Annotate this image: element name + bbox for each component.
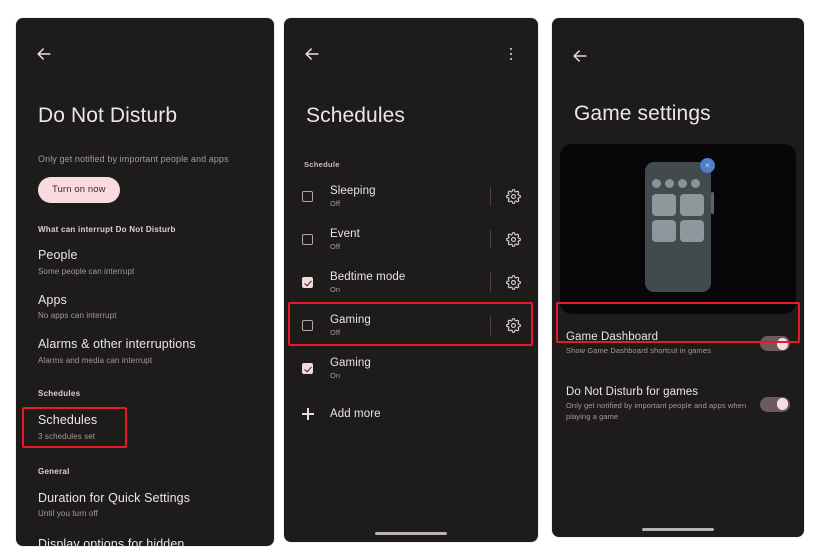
more-vertical-icon[interactable]: [502, 45, 520, 63]
schedule-row-bedtime-mode-title: Bedtime mode: [330, 271, 406, 283]
page-title: Game settings: [574, 102, 711, 125]
game-dashboard-title: Game Dashboard: [566, 331, 659, 343]
game-dashboard-toggle[interactable]: [760, 336, 790, 352]
dnd-item-alarms-sub: Alarms and media can interrupt: [38, 355, 153, 365]
dnd-subtitle: Only get notified by important people an…: [38, 154, 229, 164]
toggle-knob: [776, 338, 789, 350]
dnd-for-games-sub: Only get notified by important people an…: [566, 400, 747, 421]
schedule-row-gaming-on-state: On: [330, 371, 341, 380]
section-label-interrupt: What can interrupt Do Not Disturb: [38, 225, 176, 234]
game-top-bar: [552, 18, 804, 64]
dnd-item-apps[interactable]: Apps No apps can interrupt: [16, 293, 274, 321]
dnd-item-alarms[interactable]: Alarms & other interruptions Alarms and …: [16, 337, 274, 365]
checkbox-bedtime-mode[interactable]: [302, 277, 313, 288]
checkbox-gaming-on[interactable]: [302, 363, 313, 374]
dnd-item-schedules-sub: 3 schedules set: [38, 431, 96, 441]
dnd-item-apps-title: Apps: [38, 292, 67, 307]
screenshot-stage: Do Not Disturb Only get notified by impo…: [0, 0, 820, 560]
dnd-for-games-toggle[interactable]: [760, 396, 790, 412]
dnd-item-display-options[interactable]: Display options for hidden notifications: [16, 537, 274, 546]
checkbox-gaming-off[interactable]: [302, 320, 313, 331]
dnd-item-duration[interactable]: Duration for Quick Settings Until you tu…: [16, 491, 274, 519]
dnd-item-schedules[interactable]: Schedules 3 schedules set: [16, 413, 274, 441]
schedule-row-sleeping[interactable]: Sleeping Off: [284, 175, 538, 218]
gear-icon[interactable]: [506, 189, 521, 204]
checkbox-sleeping[interactable]: [302, 191, 313, 202]
dnd-item-display-options-title: Display options for hidden notifications: [38, 537, 185, 546]
close-icon: ×: [700, 158, 715, 173]
dnd-item-duration-title: Duration for Quick Settings: [38, 490, 191, 505]
section-label-schedules: Schedules: [38, 388, 81, 398]
game-dashboard-sub: Show Game Dashboard shortcut in games: [566, 346, 712, 355]
illustration-dot-row: [652, 179, 700, 188]
dnd-item-alarms-title: Alarms & other interruptions: [38, 337, 196, 352]
row-divider: [490, 187, 491, 206]
schedule-row-event[interactable]: Event Off: [284, 218, 538, 261]
schedule-row-sleeping-title: Sleeping: [330, 185, 376, 197]
arrow-left-icon[interactable]: [302, 44, 322, 64]
dnd-item-duration-sub: Until you turn off: [38, 509, 98, 519]
dnd-for-games-row[interactable]: Do Not Disturb for games Only get notifi…: [552, 375, 804, 434]
row-divider: [490, 316, 491, 335]
dnd-top-bar: [16, 18, 274, 64]
game-dashboard-illustration: ×: [560, 144, 796, 314]
dnd-item-apps-sub: No apps can interrupt: [38, 311, 117, 321]
dnd-item-people[interactable]: People Some people can interrupt: [16, 248, 274, 276]
toggle-knob: [776, 398, 789, 411]
phone-panel-game-settings: Game settings × Game Dashboard Show Game…: [552, 18, 804, 537]
add-more-label: Add more: [330, 408, 381, 420]
phone-panel-schedules: Schedules Schedule Sleeping Off Event Of…: [284, 18, 538, 542]
schedule-row-gaming-off-title: Gaming: [330, 314, 371, 326]
arrow-left-icon[interactable]: [34, 44, 54, 64]
dnd-item-people-sub: Some people can interrupt: [38, 266, 135, 276]
schedule-row-event-state: Off: [330, 242, 341, 251]
checkbox-event[interactable]: [302, 234, 313, 245]
gear-icon[interactable]: [506, 275, 521, 290]
home-indicator: [642, 528, 714, 531]
illustration-tile-grid: [652, 194, 704, 242]
game-dashboard-row[interactable]: Game Dashboard Show Game Dashboard short…: [552, 320, 804, 368]
schedules-top-bar: [284, 18, 538, 64]
dnd-item-schedules-title: Schedules: [38, 412, 98, 427]
dnd-for-games-title: Do Not Disturb for games: [566, 385, 699, 398]
schedule-row-gaming-on-title: Gaming: [330, 357, 371, 369]
turn-on-now-button[interactable]: Turn on now: [38, 177, 120, 203]
section-label-general: General: [38, 466, 70, 476]
page-title: Do Not Disturb: [38, 104, 178, 127]
schedule-row-event-title: Event: [330, 228, 360, 240]
schedule-row-gaming-off-state: Off: [330, 328, 341, 337]
page-title: Schedules: [306, 104, 405, 127]
phone-panel-do-not-disturb: Do Not Disturb Only get notified by impo…: [16, 18, 274, 546]
home-indicator: [375, 532, 447, 535]
gear-icon[interactable]: [506, 232, 521, 247]
gear-icon[interactable]: [506, 318, 521, 333]
row-divider: [490, 273, 491, 292]
schedule-row-bedtime-mode[interactable]: Bedtime mode On: [284, 261, 538, 304]
row-divider: [490, 230, 491, 249]
dnd-item-people-title: People: [38, 248, 78, 262]
schedule-row-gaming-on[interactable]: Gaming On: [284, 347, 538, 390]
schedule-row-sleeping-state: Off: [330, 199, 341, 208]
add-more-button[interactable]: Add more: [284, 394, 538, 434]
arrow-left-icon[interactable]: [570, 46, 590, 66]
illustration-side-button: [711, 192, 714, 214]
schedule-row-bedtime-mode-state: On: [330, 285, 341, 294]
plus-icon: [302, 408, 314, 420]
illustration-phone-body: ×: [645, 158, 715, 292]
section-label-schedule: Schedule: [304, 160, 340, 169]
schedule-row-gaming-off[interactable]: Gaming Off: [284, 304, 538, 347]
